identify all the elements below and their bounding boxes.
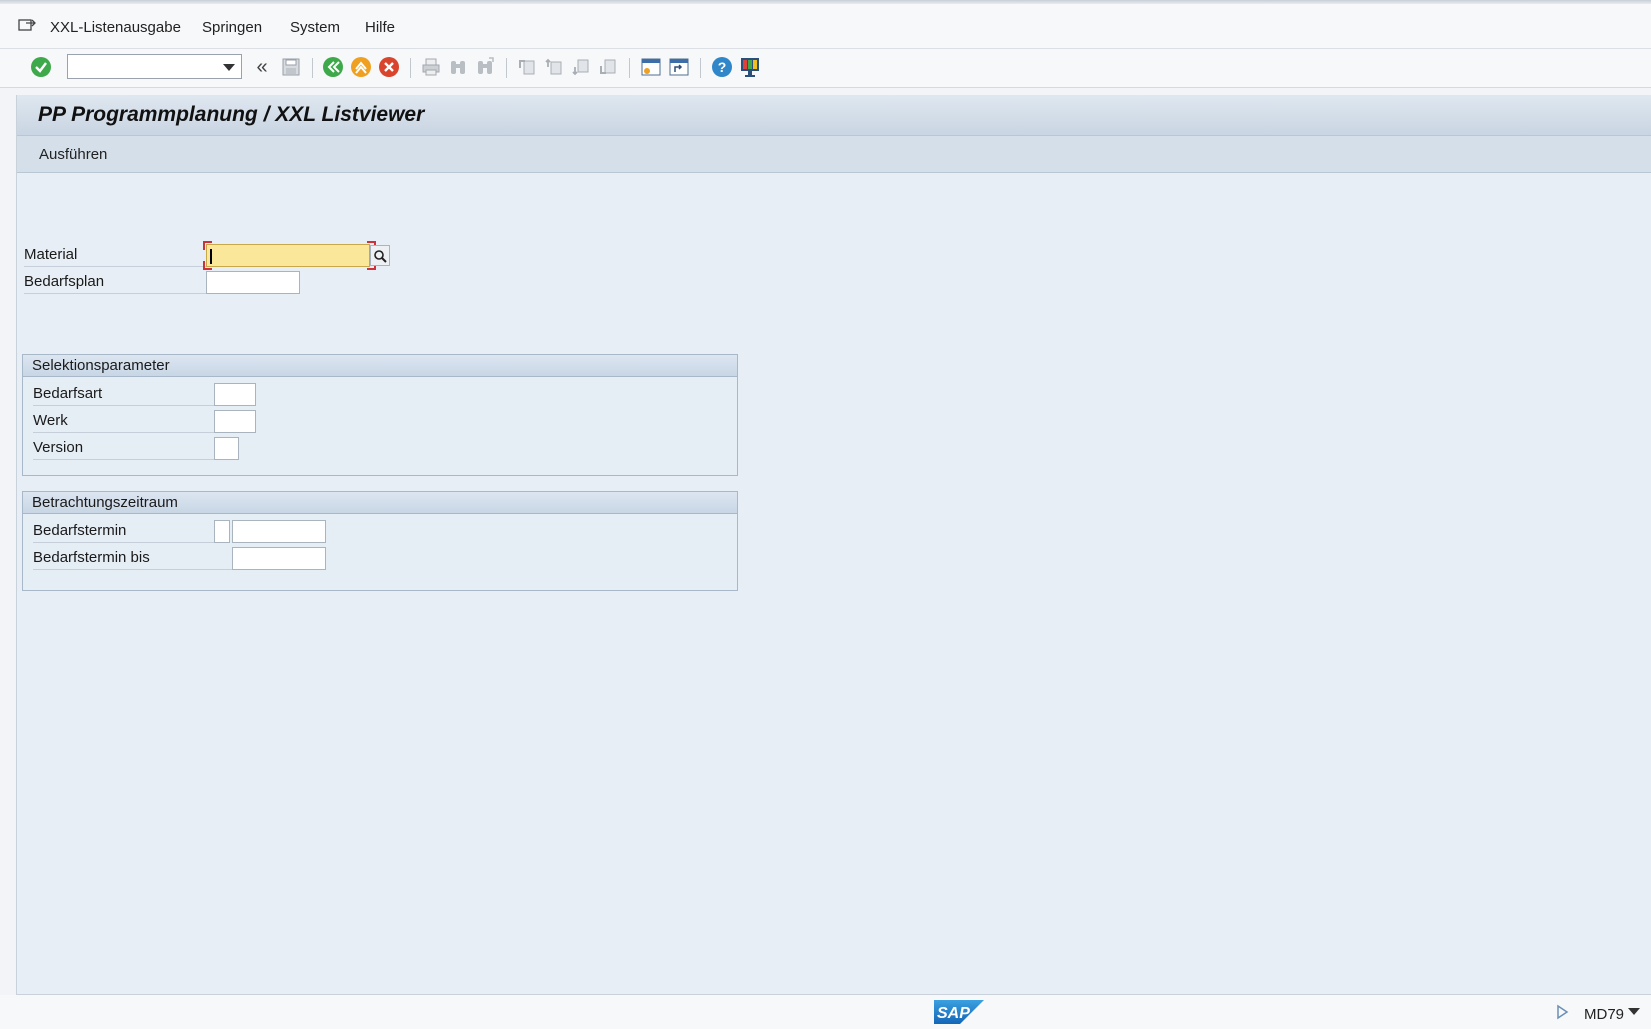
- save-icon[interactable]: [279, 55, 303, 79]
- material-label: Material: [24, 245, 222, 267]
- version-input[interactable]: [214, 437, 239, 460]
- transaction-code[interactable]: MD79: [1584, 1006, 1624, 1023]
- status-bar: [0, 995, 1651, 1029]
- execute-button[interactable]: Ausführen: [39, 146, 107, 163]
- bedarfsplan-input[interactable]: [206, 271, 300, 294]
- print-icon[interactable]: [419, 55, 443, 79]
- title-bar: PP Programmplanung / XXL Listviewer: [17, 95, 1651, 136]
- bedarfstermin-input[interactable]: [232, 520, 326, 543]
- customize-layout-icon[interactable]: [738, 55, 762, 79]
- new-session-icon[interactable]: [639, 55, 663, 79]
- shortcut-icon[interactable]: [667, 55, 691, 79]
- help-icon[interactable]: ?: [710, 55, 734, 79]
- menu-hilfe[interactable]: Hilfe: [365, 19, 395, 36]
- werk-label: Werk: [33, 411, 218, 433]
- menu-xxl-listenausgabe[interactable]: XXL-Listenausgabe: [50, 19, 181, 36]
- bedarfstermin-bis-label: Bedarfstermin bis: [33, 548, 233, 570]
- toolbar-separator: [629, 58, 630, 78]
- toolbar-separator: [506, 58, 507, 78]
- bedarfstermin-bis-input[interactable]: [232, 547, 326, 570]
- back-icon[interactable]: [321, 55, 345, 79]
- bedarfstermin-label: Bedarfstermin: [33, 521, 218, 543]
- menu-springen[interactable]: Springen: [202, 19, 262, 36]
- group-title: Betrachtungszeitraum: [32, 494, 178, 511]
- application-toolbar: Ausführen: [17, 136, 1651, 173]
- version-label: Version: [33, 438, 218, 460]
- expand-status-icon[interactable]: [1554, 1002, 1570, 1022]
- toolbar-separator: [410, 58, 411, 78]
- next-page-icon[interactable]: [569, 55, 593, 79]
- menu-icon[interactable]: [18, 18, 36, 32]
- svg-text:?: ?: [718, 59, 727, 75]
- group-header: Selektionsparameter: [23, 355, 737, 377]
- command-field[interactable]: [67, 54, 242, 79]
- main-screen-area: PP Programmplanung / XXL Listviewer Ausf…: [16, 95, 1651, 995]
- exit-icon[interactable]: [349, 55, 373, 79]
- find-icon[interactable]: [446, 55, 470, 79]
- focus-corner: [203, 241, 212, 250]
- betrachtungszeitraum-group: Betrachtungszeitraum Bedarfstermin Bedar…: [22, 491, 738, 591]
- previous-page-icon[interactable]: [542, 55, 566, 79]
- material-input[interactable]: [206, 244, 370, 267]
- chevron-down-icon[interactable]: [1628, 1008, 1640, 1015]
- menu-system[interactable]: System: [290, 19, 340, 36]
- standard-toolbar: « ?: [0, 49, 1651, 88]
- enter-icon[interactable]: [29, 55, 53, 79]
- bedarfsart-input[interactable]: [214, 383, 256, 406]
- group-title: Selektionsparameter: [32, 357, 170, 374]
- search-help-icon[interactable]: [370, 245, 390, 266]
- sap-logo: SAP: [934, 1000, 984, 1024]
- bedarfsart-label: Bedarfsart: [33, 384, 218, 406]
- selektionsparameter-group: Selektionsparameter Bedarfsart Werk Vers…: [22, 354, 738, 476]
- find-next-icon[interactable]: [473, 55, 497, 79]
- menu-bar: XXL-Listenausgabe Springen System Hilfe: [0, 4, 1651, 49]
- chevron-down-icon[interactable]: [223, 64, 235, 71]
- werk-input[interactable]: [214, 410, 256, 433]
- bedarfsplan-label: Bedarfsplan: [24, 272, 222, 294]
- last-page-icon[interactable]: [596, 55, 620, 79]
- group-header: Betrachtungszeitraum: [23, 492, 737, 514]
- toolbar-separator: [312, 58, 313, 78]
- sap-logo-text: SAP: [937, 1005, 970, 1022]
- page-title: PP Programmplanung / XXL Listviewer: [38, 103, 425, 126]
- focus-corner: [203, 261, 212, 270]
- toolbar-separator: [700, 58, 701, 78]
- bedarfstermin-selection-icon[interactable]: [214, 520, 230, 543]
- collapse-icon[interactable]: «: [250, 55, 274, 79]
- first-page-icon[interactable]: [515, 55, 539, 79]
- cancel-icon[interactable]: [377, 55, 401, 79]
